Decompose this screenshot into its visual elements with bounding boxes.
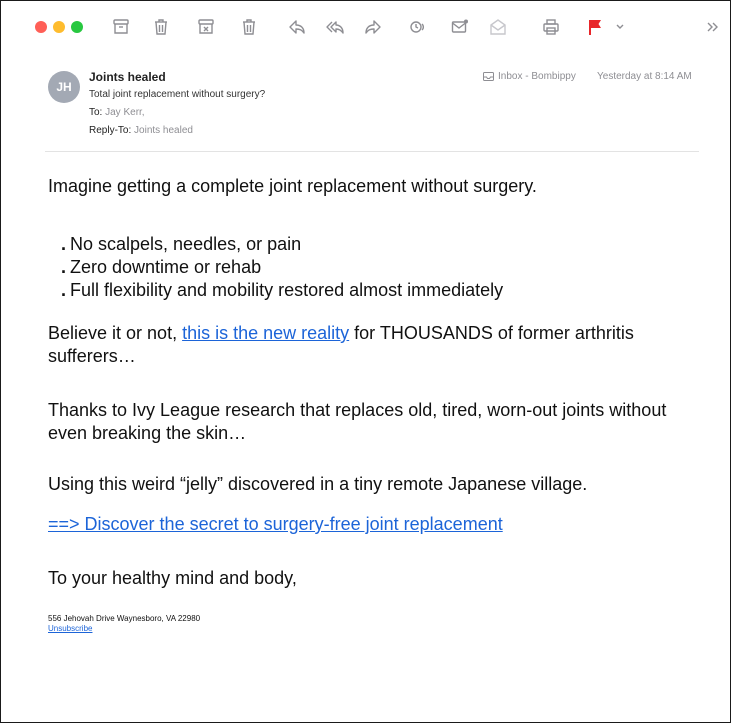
- list-item: No scalpels, needles, or pain: [61, 233, 503, 256]
- cta-paragraph: ==> Discover the secret to surgery-free …: [48, 513, 503, 536]
- reply-to-address[interactable]: Joints healed: [134, 125, 193, 136]
- mark-unread-icon[interactable]: [448, 15, 472, 39]
- print-icon[interactable]: [539, 15, 563, 39]
- reply-all-icon[interactable]: [323, 15, 347, 39]
- footer-address: 556 Jehovah Drive Waynesboro, VA 22980: [48, 614, 201, 623]
- to-recipient[interactable]: Jay Kerr,: [105, 107, 144, 118]
- archive-icon[interactable]: [109, 15, 133, 39]
- reality-paragraph: Believe it or not, this is the new reali…: [48, 322, 688, 368]
- read-icon[interactable]: [486, 15, 510, 39]
- junk-icon[interactable]: [194, 15, 218, 39]
- reply-icon[interactable]: [285, 15, 309, 39]
- benefit-list: No scalpels, needles, or pain Zero downt…: [61, 233, 503, 302]
- new-reality-link[interactable]: this is the new reality: [182, 323, 349, 343]
- discover-secret-link[interactable]: ==> Discover the secret to surgery-free …: [48, 514, 503, 534]
- subject-line: Total joint replacement without surgery?: [89, 89, 266, 100]
- reply-to-label: Reply-To:: [89, 125, 132, 136]
- list-item: Full flexibility and mobility restored a…: [61, 279, 503, 302]
- delete-icon[interactable]: [237, 15, 261, 39]
- received-date: Yesterday at 8:14 AM: [597, 71, 692, 82]
- header-divider: [45, 151, 699, 152]
- toolbar: [1, 1, 730, 57]
- mailbox-indicator: Inbox - Bombippy: [483, 71, 576, 82]
- mail-window: JH Joints healed Total joint replacement…: [0, 0, 731, 723]
- sign-off: To your healthy mind and body,: [48, 568, 297, 588]
- reality-text-start: Believe it or not,: [48, 323, 183, 343]
- chevron-down-icon[interactable]: [608, 15, 632, 39]
- flag-icon[interactable]: [583, 15, 607, 39]
- reply-to-line: Reply-To: Joints healed: [89, 125, 193, 136]
- avatar: JH: [48, 71, 80, 103]
- mailbox-name: Inbox - Bombippy: [498, 71, 576, 82]
- unsubscribe-link[interactable]: Unsubscribe: [48, 624, 92, 633]
- intro-paragraph: Imagine getting a complete joint replace…: [48, 176, 537, 196]
- minimize-window-button[interactable]: [53, 21, 65, 33]
- sender-name[interactable]: Joints healed: [89, 70, 166, 84]
- to-label: To:: [89, 107, 103, 118]
- research-paragraph: Thanks to Ivy League research that repla…: [48, 400, 667, 443]
- unsubscribe-wrapper: Unsubscribe: [48, 624, 92, 633]
- mute-icon[interactable]: [406, 15, 430, 39]
- jelly-paragraph: Using this weird “jelly” discovered in a…: [48, 474, 588, 494]
- list-item: Zero downtime or rehab: [61, 256, 503, 279]
- zoom-window-button[interactable]: [71, 21, 83, 33]
- inbox-tray-icon: [483, 72, 494, 81]
- trash-icon[interactable]: [149, 15, 173, 39]
- to-line: To: Jay Kerr,: [89, 107, 145, 118]
- close-window-button[interactable]: [35, 21, 47, 33]
- overflow-icon[interactable]: [700, 15, 724, 39]
- forward-icon[interactable]: [361, 15, 385, 39]
